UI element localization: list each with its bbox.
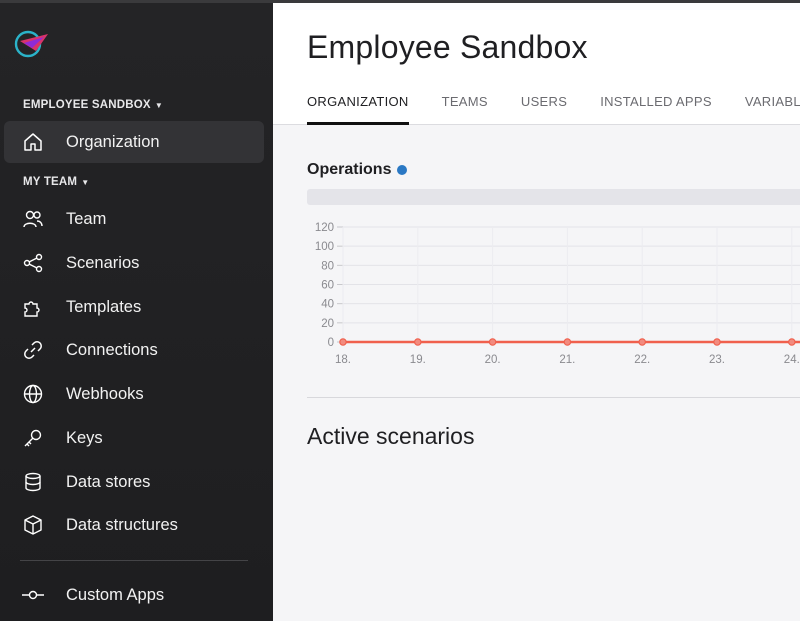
sidebar-item-organization[interactable]: Organization	[4, 121, 264, 163]
x-tick-label: 20.	[485, 354, 501, 366]
page-header: Employee Sandbox ORGANIZATION TEAMS USER…	[273, 3, 800, 125]
globe-icon	[22, 383, 44, 405]
sidebar-item-label: Data structures	[66, 515, 178, 534]
sidebar-item-team[interactable]: Team	[4, 198, 264, 240]
sidebar-item-connections[interactable]: Connections	[4, 329, 264, 371]
team-switcher[interactable]: MY TEAM ▼	[23, 176, 89, 188]
y-tick-label: 120	[315, 222, 334, 234]
team-switcher-label: MY TEAM	[23, 176, 78, 188]
operations-status-dot	[397, 165, 408, 175]
sidebar-item-templates[interactable]: Templates	[4, 286, 264, 328]
sidebar-item-label: Scenarios	[66, 253, 140, 272]
data-point	[414, 338, 422, 346]
sidebar-item-data-structures[interactable]: Data structures	[4, 504, 264, 546]
operations-chart: 0 20 40 60 80 100 120 18. 19. 20. 21. 22. 23. 24.	[303, 215, 800, 380]
team-icon	[22, 208, 44, 230]
data-point	[638, 338, 647, 346]
x-tick-label: 21.	[559, 354, 575, 366]
operations-heading: Operations	[307, 161, 408, 179]
sidebar: EMPLOYEE SANDBOX ▼ Organization MY TEAM …	[0, 0, 273, 621]
tab-teams[interactable]: TEAMS	[442, 94, 488, 125]
cube-icon	[22, 514, 44, 536]
data-point	[488, 338, 497, 346]
y-tick-label: 80	[321, 260, 334, 272]
sidebar-item-label: Connections	[66, 340, 158, 359]
x-tick-label: 22.	[634, 354, 650, 366]
sidebar-item-data-stores[interactable]: Data stores	[4, 461, 264, 503]
sidebar-item-label: Templates	[66, 297, 142, 316]
x-tick-label: 23.	[709, 354, 725, 366]
sidebar-item-scenarios[interactable]: Scenarios	[4, 242, 264, 284]
sidebar-item-label: Data stores	[66, 472, 151, 491]
data-point	[563, 338, 572, 346]
page-title: Employee Sandbox	[307, 29, 588, 65]
active-scenarios-title: Active scenarios	[307, 423, 475, 449]
sidebar-item-webhooks[interactable]: Webhooks	[4, 373, 264, 415]
x-tick-label: 24.	[784, 354, 800, 366]
tab-variables[interactable]: VARIABLES	[745, 94, 800, 125]
commit-icon	[22, 584, 44, 606]
main-content: Employee Sandbox ORGANIZATION TEAMS USER…	[273, 0, 800, 621]
operations-chart-svg: 0 20 40 60 80 100 120 18. 19. 20. 21. 22. 23. 24.	[315, 222, 800, 366]
sidebar-item-label: Team	[66, 209, 107, 228]
y-tick-label: 40	[321, 299, 334, 311]
sidebar-item-label: Webhooks	[66, 384, 144, 403]
x-tick-label: 19.	[410, 354, 426, 366]
database-icon	[22, 471, 44, 493]
caret-down-icon: ▼	[154, 100, 163, 110]
make-logo[interactable]	[14, 29, 52, 59]
key-icon	[22, 427, 44, 449]
sidebar-item-keys[interactable]: Keys	[4, 417, 264, 459]
sidebar-item-label: Organization	[66, 132, 160, 151]
sidebar-divider	[20, 560, 248, 561]
share-nodes-icon	[22, 252, 44, 274]
home-icon	[22, 131, 44, 153]
caret-down-icon: ▼	[81, 177, 90, 187]
org-switcher[interactable]: EMPLOYEE SANDBOX ▼	[23, 99, 163, 111]
x-tick-label: 18.	[335, 354, 351, 366]
tab-users[interactable]: USERS	[521, 94, 567, 125]
y-tick-label: 20	[321, 318, 334, 330]
tab-bar: ORGANIZATION TEAMS USERS INSTALLED APPS …	[307, 94, 800, 125]
operations-title: Operations	[307, 161, 392, 178]
data-point	[713, 338, 721, 346]
sidebar-item-label: Keys	[66, 428, 103, 447]
org-switcher-label: EMPLOYEE SANDBOX	[23, 99, 151, 111]
link-icon	[22, 339, 44, 361]
data-point	[339, 338, 347, 346]
y-tick-label: 0	[328, 337, 334, 349]
tab-installed-apps[interactable]: INSTALLED APPS	[600, 94, 712, 125]
y-tick-label: 100	[315, 241, 334, 253]
section-divider	[307, 397, 800, 398]
data-point	[787, 338, 796, 346]
operations-progress-bar	[307, 189, 800, 205]
puzzle-icon	[22, 296, 44, 318]
sidebar-item-label: Custom Apps	[66, 585, 165, 604]
tab-organization[interactable]: ORGANIZATION	[307, 94, 409, 125]
y-tick-label: 60	[321, 280, 334, 292]
sidebar-item-custom-apps[interactable]: Custom Apps	[4, 574, 264, 616]
